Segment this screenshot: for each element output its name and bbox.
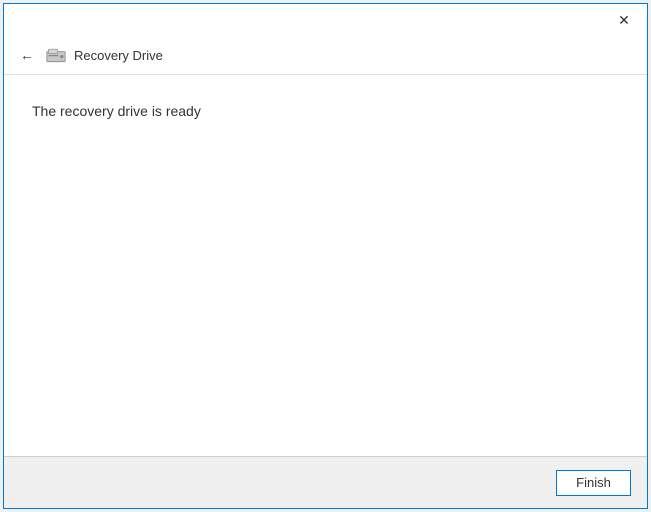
main-content: The recovery drive is ready [4,75,647,456]
close-button[interactable]: ✕ [601,4,647,36]
header: ← Recovery Drive [4,36,647,75]
finish-button[interactable]: Finish [556,470,631,496]
back-arrow-icon: ← [20,47,34,63]
drive-icon [46,47,66,63]
header-title: Recovery Drive [74,48,163,63]
footer: Finish [4,456,647,508]
title-bar: ✕ [4,4,647,36]
close-icon: ✕ [618,12,630,29]
ready-message: The recovery drive is ready [32,103,619,119]
dialog-window: ✕ ← Recovery Drive The recovery drive is… [3,3,648,509]
back-button[interactable]: ← [16,44,38,66]
